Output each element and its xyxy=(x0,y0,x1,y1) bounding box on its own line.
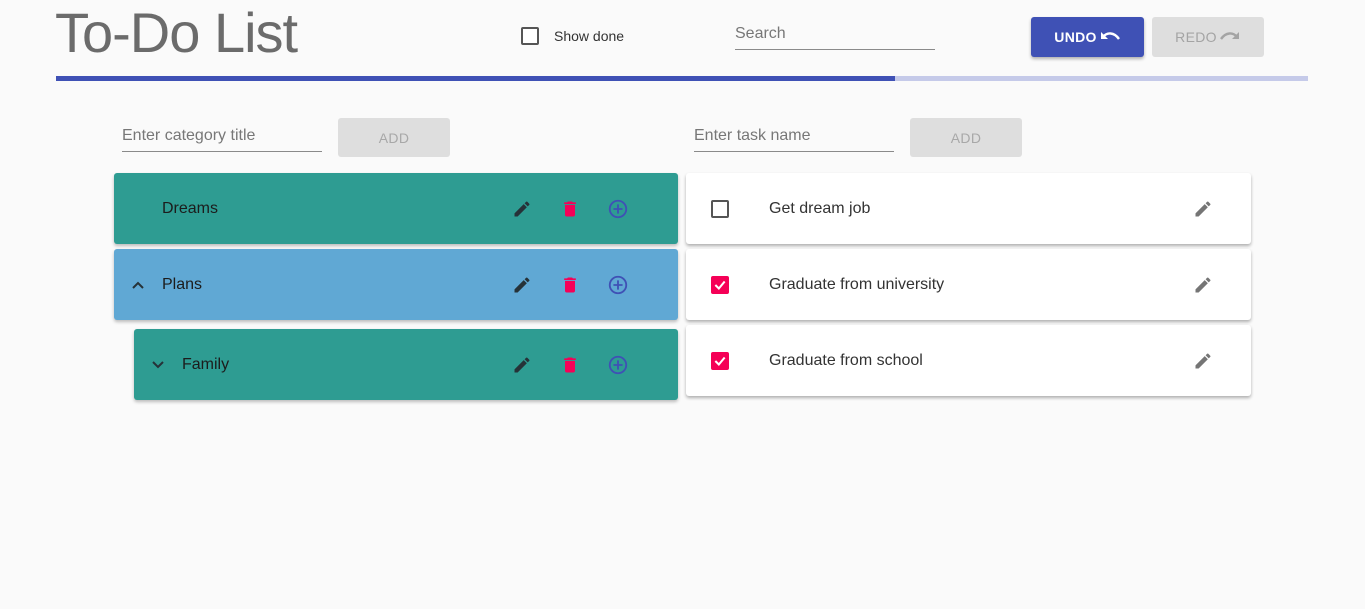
category-row[interactable]: Plans xyxy=(114,249,678,320)
pencil-icon xyxy=(514,356,530,372)
add-subcategory-button[interactable] xyxy=(594,274,642,296)
category-row[interactable]: Family xyxy=(134,329,678,400)
edit-task-button[interactable] xyxy=(1193,199,1213,219)
category-expander[interactable] xyxy=(134,360,182,370)
category-name: Family xyxy=(182,355,230,373)
add-category-button[interactable]: ADD xyxy=(338,118,450,157)
task-row[interactable]: Graduate from school xyxy=(686,325,1251,396)
category-row[interactable]: Dreams xyxy=(114,173,678,244)
add-circle-icon xyxy=(608,355,628,374)
category-expander[interactable] xyxy=(114,280,162,290)
pencil-icon xyxy=(1195,200,1211,216)
add-circle-icon xyxy=(608,275,628,294)
pencil-icon xyxy=(1195,276,1211,292)
app-title: To-Do List xyxy=(55,1,298,64)
task-row[interactable]: Graduate from university xyxy=(686,249,1251,320)
task-name: Graduate from university xyxy=(769,275,945,293)
delete-category-button[interactable] xyxy=(546,199,594,219)
pencil-icon xyxy=(514,200,530,216)
trash-icon xyxy=(564,201,576,216)
trash-icon xyxy=(564,357,576,372)
task-name: Graduate from school xyxy=(769,351,923,369)
chevron-up-icon xyxy=(132,281,144,289)
add-circle-icon xyxy=(608,199,628,218)
pencil-icon xyxy=(1195,352,1211,368)
progress-fill xyxy=(56,76,895,81)
category-name: Dreams xyxy=(162,199,219,217)
edit-category-button[interactable] xyxy=(498,199,546,219)
trash-icon xyxy=(564,277,576,292)
show-done-label: Show done xyxy=(554,28,625,44)
redo-icon xyxy=(1219,32,1239,40)
chevron-down-icon xyxy=(152,360,164,368)
undo-icon xyxy=(1100,32,1120,40)
task-checkbox[interactable] xyxy=(711,199,729,218)
delete-category-button[interactable] xyxy=(546,355,594,375)
show-done-checkbox[interactable] xyxy=(521,27,539,45)
task-checkbox[interactable] xyxy=(711,351,729,370)
show-done-toggle[interactable]: Show done xyxy=(521,27,624,45)
edit-category-button[interactable] xyxy=(498,275,546,295)
add-task-button[interactable]: ADD xyxy=(910,118,1022,157)
category-name: Plans xyxy=(162,275,203,293)
task-checkbox[interactable] xyxy=(711,275,729,294)
delete-category-button[interactable] xyxy=(546,275,594,295)
undo-label: UNDO xyxy=(1054,29,1097,45)
category-title-input[interactable]: Enter category title xyxy=(122,127,322,152)
check-icon xyxy=(714,356,726,366)
undo-button[interactable]: UNDO xyxy=(1031,17,1144,57)
edit-task-button[interactable] xyxy=(1193,351,1213,371)
redo-label: REDO xyxy=(1175,29,1217,45)
edit-task-button[interactable] xyxy=(1193,275,1213,295)
task-row[interactable]: Get dream job xyxy=(686,173,1251,244)
task-name: Get dream job xyxy=(769,199,871,217)
progress-bar xyxy=(56,76,1308,81)
task-name-input[interactable]: Enter task name xyxy=(694,127,894,152)
add-subcategory-button[interactable] xyxy=(594,198,642,220)
check-icon xyxy=(714,280,726,290)
search-input[interactable]: Search xyxy=(735,25,935,50)
edit-category-button[interactable] xyxy=(498,355,546,375)
redo-button[interactable]: REDO xyxy=(1152,17,1264,57)
add-subcategory-button[interactable] xyxy=(594,354,642,376)
pencil-icon xyxy=(514,276,530,292)
